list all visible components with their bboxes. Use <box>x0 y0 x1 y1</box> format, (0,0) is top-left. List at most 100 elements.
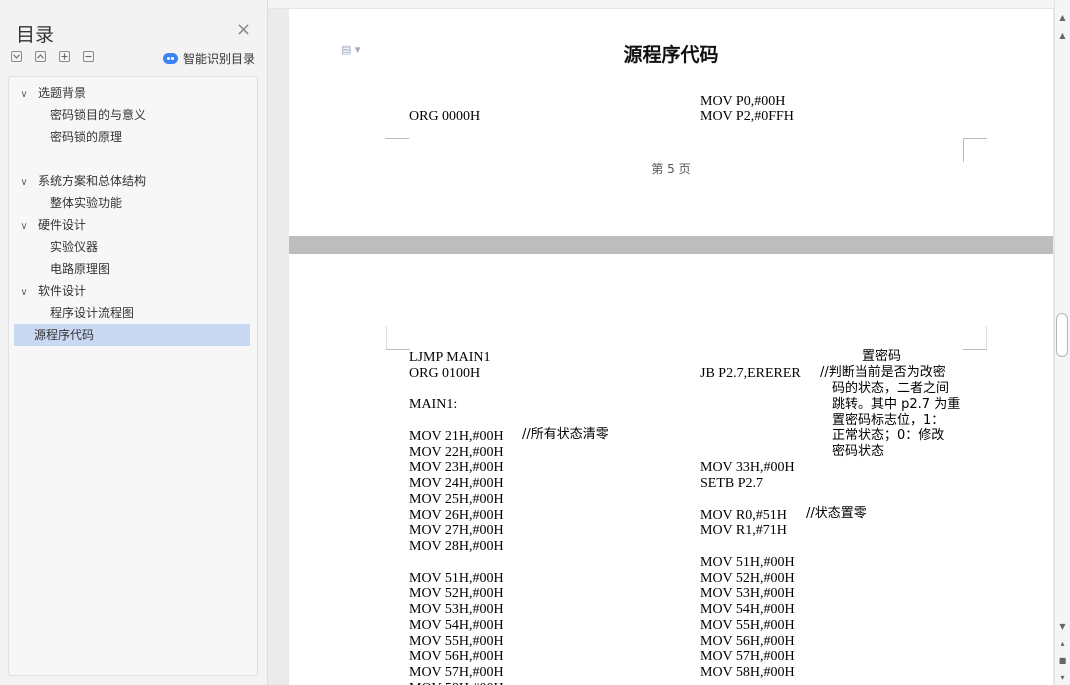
code-line: JB P2.7,ERERER <box>700 365 801 381</box>
toc-item-hardware[interactable]: ∨ 硬件设计 <box>18 214 86 236</box>
page-gap <box>289 236 1053 254</box>
code-line: MOV 53H,#00H <box>409 602 504 617</box>
toc-item-label: 硬件设计 <box>38 218 87 232</box>
code-line: MOV 28H,#00H <box>409 539 504 554</box>
code-line: MOV 26H,#00H <box>409 507 504 523</box>
code-line: SETB P2.7 <box>700 476 764 491</box>
chevron-down-icon[interactable]: ∨ <box>18 216 30 238</box>
code-line: MOV 55H,#00H <box>700 617 795 633</box>
code-line: MOV 57H,#00H <box>409 665 504 680</box>
page: //所有状态清零 置密码 //判断当前是否为改密 //状态置零 LJMP MAI… <box>289 254 1053 685</box>
code-line: MOV 57H,#00H <box>700 649 795 665</box>
margin-corner-mark <box>385 138 409 162</box>
code-line: MOV R0,#51H <box>700 507 787 523</box>
code-comment: 跳转。其中 p2.7 为重 <box>832 396 961 412</box>
toc-item-label: 选题背景 <box>38 86 87 100</box>
scroll-down-icon[interactable]: ▼ <box>1058 622 1067 631</box>
chevron-down-icon[interactable]: ∨ <box>18 84 30 106</box>
expand-all-icon[interactable] <box>11 51 22 62</box>
smart-toc-button[interactable]: 智能识别目录 <box>163 50 255 67</box>
toc-item-instruments[interactable]: 实验仪器 <box>50 236 98 258</box>
toc-item-label: 电路原理图 <box>50 262 111 276</box>
margin-corner-mark <box>386 326 410 350</box>
code-line: MOV 25H,#00H <box>409 491 504 507</box>
toc-item-circuit[interactable]: 电路原理图 <box>50 258 110 280</box>
chevron-down-icon[interactable]: ∨ <box>18 282 30 304</box>
code-comment: 置密码 <box>862 349 902 364</box>
page-down-icon[interactable]: ▾ <box>1058 673 1067 682</box>
toc-item-software[interactable]: ∨ 软件设计 <box>18 280 86 302</box>
code-line: MOV 22H,#00H <box>409 444 504 460</box>
code-line: MOV 27H,#00H <box>409 523 504 539</box>
code-line: MOV R1,#71H <box>700 523 787 539</box>
code-line: ORG 0100H <box>409 365 481 381</box>
smart-toc-label: 智能识别目录 <box>183 52 256 66</box>
code-line: MOV 51H,#00H <box>700 554 795 570</box>
page-number: 第 5 页 <box>651 162 691 176</box>
robot-icon <box>163 53 178 64</box>
code-line: MOV 55H,#00H <box>409 633 504 649</box>
toc-item-label: 源程序代码 <box>34 328 95 342</box>
page-up-icon[interactable]: ▴ <box>1058 639 1067 648</box>
code-comment: 置密码标志位，1： <box>832 412 945 428</box>
code-line: MOV 24H,#00H <box>409 476 504 491</box>
toc-title: 目录 <box>16 24 55 46</box>
toc-list <box>8 76 258 676</box>
code-comment: //判断当前是否为改密 <box>820 365 946 380</box>
toc-item-background[interactable]: ∨ 选题背景 <box>18 82 250 104</box>
chevron-down-icon[interactable]: ∨ <box>18 172 30 194</box>
margin-corner-mark <box>963 138 987 162</box>
toc-item-source-code[interactable]: 源程序代码 <box>14 324 250 346</box>
toc-item-label: 系统方案和总体结构 <box>38 174 147 188</box>
toc-item-label: 密码锁目的与意义 <box>50 108 147 122</box>
toc-item-label: 密码锁的原理 <box>50 130 123 144</box>
code-comment: 密码状态 <box>832 444 885 459</box>
scrollbar-thumb[interactable] <box>1056 313 1068 357</box>
margin-corner-mark <box>963 326 987 350</box>
vertical-scrollbar[interactable]: ▲ ▲ ▼ ▴ ■ ▾ <box>1054 0 1070 685</box>
code-comment: 码的状态，二者之间 <box>832 381 950 396</box>
code-line: MOV P0,#00H <box>700 94 786 109</box>
toc-item-label: 实验仪器 <box>50 240 99 254</box>
toc-item-label: 程序设计流程图 <box>50 306 135 320</box>
toc-item-principle[interactable]: 密码锁的原理 <box>50 126 122 148</box>
code-line: MOV 33H,#00H <box>700 460 795 476</box>
scroll-up-icon[interactable]: ▲ <box>1058 31 1067 40</box>
code-line: MOV 53H,#00H <box>700 586 795 602</box>
page: ▤ ▾ 源程序代码 ORG 0000H MOV P0,#00H MOV P2,#… <box>289 0 1053 236</box>
toc-sidebar: 目录 × 智能识别目录 ∨ 选题背景 密码锁目的与意义 密码锁的原理 ∨ 系统方案和… <box>0 0 268 685</box>
code-comment: 正常状态；0：修改 <box>832 428 945 444</box>
remove-heading-icon[interactable] <box>83 51 94 62</box>
code-line: MOV 54H,#00H <box>409 617 504 633</box>
code-line: MOV 56H,#00H <box>409 649 504 665</box>
code-line: MOV 54H,#00H <box>700 602 795 617</box>
toc-item-purpose[interactable]: 密码锁目的与意义 <box>50 104 146 126</box>
code-line: ORG 0000H <box>409 109 481 124</box>
code-line: MOV 52H,#00H <box>700 570 795 586</box>
code-line: MOV 21H,#00H <box>409 428 504 444</box>
toc-item-label: 软件设计 <box>38 284 87 298</box>
code-line: MOV 23H,#00H <box>409 460 504 476</box>
code-line: MOV P2,#0FFH <box>700 109 794 124</box>
code-comment: //状态置零 <box>806 506 867 521</box>
code-line: MOV 51H,#00H <box>409 570 504 586</box>
section-heading: 源程序代码 <box>623 44 719 66</box>
tab-strip <box>268 0 1054 9</box>
code-line: MOV 58H,#00H <box>409 681 504 685</box>
code-line: LJMP MAIN1 <box>409 350 491 365</box>
code-line: MOV 56H,#00H <box>700 633 795 649</box>
toc-item-label: 整体实验功能 <box>50 196 123 210</box>
add-heading-icon[interactable] <box>59 51 70 62</box>
code-line: MAIN1: <box>409 397 458 413</box>
toc-item-system[interactable]: ∨ 系统方案和总体结构 <box>18 170 146 192</box>
scroll-up-icon[interactable]: ▲ <box>1058 13 1067 22</box>
page-square-icon[interactable]: ■ <box>1058 656 1067 665</box>
code-line: MOV 58H,#00H <box>700 665 795 680</box>
code-line: MOV 52H,#00H <box>409 586 504 602</box>
toc-item-function[interactable]: 整体实验功能 <box>50 192 122 214</box>
toc-item-flowchart[interactable]: 程序设计流程图 <box>50 302 134 324</box>
collapse-all-icon[interactable] <box>35 51 46 62</box>
document-view[interactable]: ▤ ▾ 源程序代码 ORG 0000H MOV P0,#00H MOV P2,#… <box>268 0 1054 685</box>
code-comment: //所有状态清零 <box>522 427 609 442</box>
close-icon[interactable]: × <box>236 20 251 40</box>
